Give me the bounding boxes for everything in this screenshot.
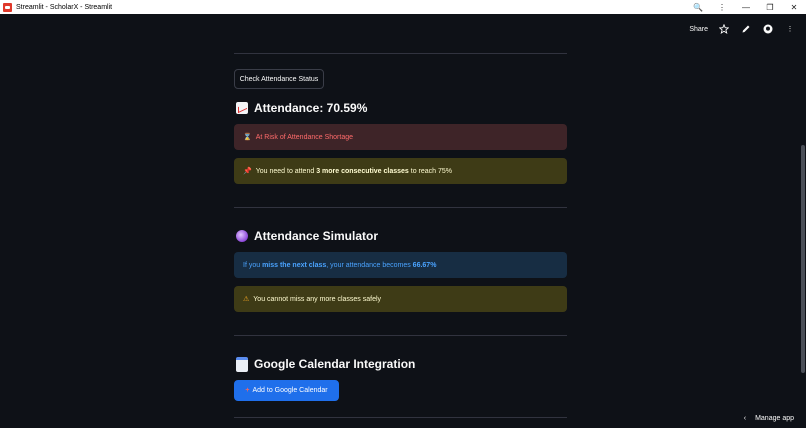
divider (234, 207, 567, 208)
streamlit-logo-icon (3, 2, 12, 12)
attendance-heading: Attendance: 70.59% (236, 101, 367, 115)
github-icon[interactable] (762, 23, 774, 35)
divider (234, 335, 567, 336)
info-bold-miss: miss the next class (262, 261, 327, 269)
attendance-heading-text: Attendance: 70.59% (254, 101, 368, 115)
calendar-heading: Google Calendar Integration (236, 356, 416, 372)
chevron-left-icon: ‹ (743, 415, 747, 422)
restore-icon[interactable]: ❐ (758, 0, 782, 14)
star-icon[interactable] (718, 23, 730, 35)
hourglass-icon: ⌛ (243, 134, 252, 141)
app-header: Share ⋮ (0, 14, 806, 44)
search-icon[interactable]: 🔍 (686, 0, 710, 14)
minimize-icon[interactable]: — (734, 0, 758, 14)
info-mid: , your attendance becomes (326, 261, 413, 269)
risk-error-alert: ⌛ At Risk of Attendance Shortage (234, 124, 567, 150)
scrollbar-thumb[interactable] (801, 145, 805, 373)
divider (234, 417, 567, 418)
need-suffix: to reach 75% (408, 167, 453, 175)
plus-icon: + (245, 387, 250, 394)
divider (234, 53, 567, 54)
manage-app-label: Manage app (755, 415, 794, 422)
window-titlebar: Streamlit - ScholarX - Streamlit 🔍 ⋮ — ❐… (0, 0, 806, 14)
classes-needed-alert: 📌 You need to attend 3 more consecutive … (234, 158, 567, 184)
check-attendance-button[interactable]: Check Attendance Status (234, 69, 324, 89)
simulator-heading: Attendance Simulator (236, 229, 378, 243)
edit-icon[interactable] (740, 23, 752, 35)
info-prefix: If you (243, 261, 263, 269)
need-prefix: You need to attend (255, 167, 317, 175)
cannot-miss-warning: ⚠ You cannot miss any more classes safel… (234, 286, 567, 312)
window-controls: 🔍 ⋮ — ❐ ✕ (686, 0, 806, 14)
crystal-ball-icon (236, 230, 248, 242)
manage-app-button[interactable]: ‹ Manage app (744, 415, 794, 422)
vertical-scrollbar[interactable] (800, 44, 806, 428)
cannot-miss-text: You cannot miss any more classes safely (253, 295, 382, 303)
calendar-heading-text: Google Calendar Integration (254, 357, 416, 371)
calendar-icon (236, 356, 248, 372)
pushpin-icon: 📌 (243, 168, 252, 175)
risk-alert-text: At Risk of Attendance Shortage (255, 133, 354, 141)
share-button[interactable]: Share (689, 26, 708, 33)
info-bold-percent: 66.67% (412, 261, 437, 269)
chart-increasing-icon (236, 102, 248, 114)
main-menu-icon[interactable]: ⋮ (784, 23, 796, 35)
simulator-info-alert: If you miss the next class , your attend… (234, 252, 567, 278)
window-title: Streamlit - ScholarX - Streamlit (16, 3, 113, 11)
need-bold: 3 more consecutive classes (316, 167, 409, 175)
simulator-heading-text: Attendance Simulator (254, 229, 379, 243)
close-icon[interactable]: ✕ (782, 0, 806, 14)
add-to-google-calendar-button[interactable]: + Add to Google Calendar (234, 380, 339, 401)
add-calendar-label: Add to Google Calendar (252, 387, 328, 394)
more-options-icon[interactable]: ⋮ (710, 0, 734, 14)
warning-icon: ⚠ (243, 296, 250, 303)
